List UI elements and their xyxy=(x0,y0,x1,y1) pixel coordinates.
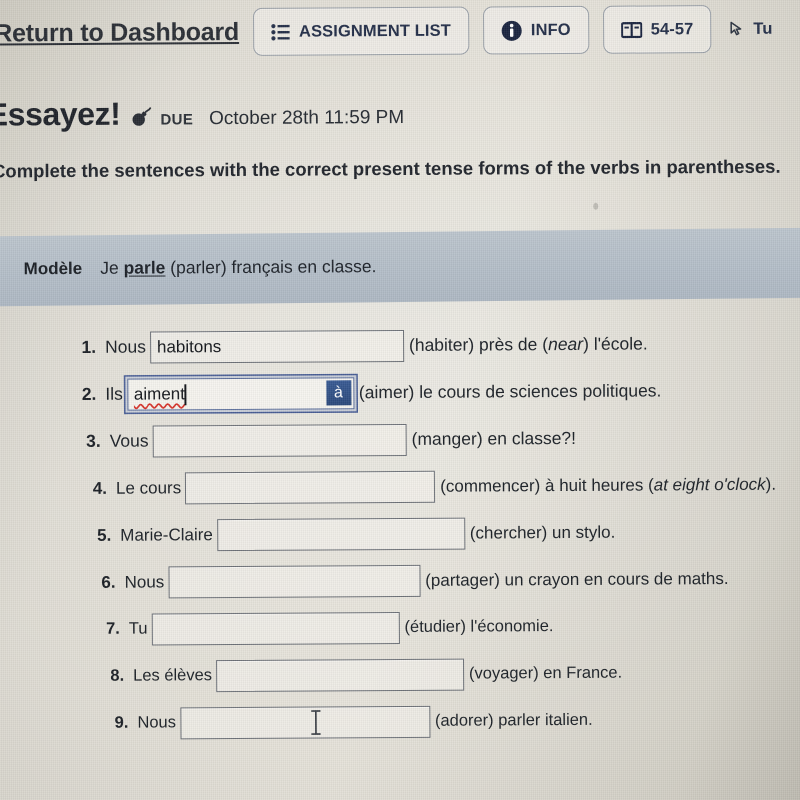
exercise-row: 7. Tu (étudier) l'économie. xyxy=(4,602,800,654)
exercise-subject: Le cours xyxy=(115,477,182,498)
pages-label: 54-57 xyxy=(650,19,694,38)
due-date: October 28th 11:59 PM xyxy=(209,106,405,130)
answer-input-9[interactable] xyxy=(179,705,431,740)
exercise-prompt: (habiter) près de (near) l'école. xyxy=(408,333,648,355)
bomb-icon xyxy=(129,107,151,127)
return-to-dashboard-link[interactable]: Return to Dashboard xyxy=(0,17,239,47)
answer-input-8[interactable] xyxy=(215,658,465,692)
modele-after: (parler) français en classe. xyxy=(165,256,377,278)
pages-button[interactable]: 54-57 xyxy=(602,5,712,54)
exercise-row: 3. Vous (manger) en classe?! xyxy=(3,414,800,466)
answer-input-5[interactable] xyxy=(216,517,465,551)
exercise-list: 1. Nous habitons (habiter) près de (near) … xyxy=(2,320,800,748)
exercise-subject: Ils xyxy=(105,383,123,404)
exercise-row: 5. Marie-Claire (chercher) un stylo. xyxy=(3,508,800,560)
info-circle-icon xyxy=(501,20,522,41)
answer-input-2[interactable]: aiment à xyxy=(126,376,354,411)
exercise-row: 6. Nous (partager) un crayon en cours de … xyxy=(3,555,800,607)
exercise-subject: Nous xyxy=(105,336,147,357)
modele-answer: parle xyxy=(123,257,166,278)
assignment-header: Essayez! DUE October 28th 11:59 PM xyxy=(0,94,404,134)
ibeam-cursor xyxy=(309,709,322,740)
instructions-text: Complete the sentences with the correct … xyxy=(0,155,781,182)
exercise-row: 4. Le cours (commencer) à huit heures (at… xyxy=(3,461,800,513)
exercise-subject: Marie-Claire xyxy=(120,524,213,545)
exercise-prompt: (étudier) l'économie. xyxy=(404,617,554,636)
exercise-row: 9. Nous (adorer) parler italien. xyxy=(4,696,800,748)
exercise-subject: Tu xyxy=(128,619,148,638)
exercise-subject: Nous xyxy=(137,713,176,732)
answer-input-value: habitons xyxy=(156,336,222,356)
exercise-prompt: (chercher) un stylo. xyxy=(469,522,616,543)
book-icon xyxy=(620,21,642,38)
exercise-subject: Les élèves xyxy=(133,666,213,685)
modele-example: Je parle (parler) français en classe. xyxy=(100,256,376,279)
exercise-number: 2. xyxy=(81,383,97,404)
tutorial-label: Tu xyxy=(753,19,773,38)
translation-hint: at eight o'clock xyxy=(653,474,766,494)
exercise-subject: Nous xyxy=(124,571,165,592)
due-label: DUE xyxy=(160,111,194,129)
translation-hint: near xyxy=(547,333,584,355)
list-icon xyxy=(271,23,290,40)
exercise-row: 8. Les élèves (voyager) en France. xyxy=(4,649,800,701)
modele-label: Modèle xyxy=(23,258,83,279)
exercise-number: 1. xyxy=(81,336,97,357)
answer-input-4[interactable] xyxy=(185,470,436,504)
answer-input-value: aiment xyxy=(133,383,185,404)
answer-input-7[interactable] xyxy=(151,611,400,646)
cursor-arrow-icon xyxy=(729,21,744,37)
exercise-number: 4. xyxy=(92,478,108,498)
exercise-number: 5. xyxy=(97,525,112,545)
tutorial-button[interactable]: Tu xyxy=(725,6,789,52)
modele-row: Modèle Je parle (parler) français en cla… xyxy=(24,256,377,279)
exercise-number: 3. xyxy=(86,430,101,451)
exercise-row: 1. Nous habitons (habiter) près de (near) … xyxy=(2,320,800,372)
answer-input-1[interactable]: habitons xyxy=(149,329,405,364)
exercise-prompt: (manger) en classe?! xyxy=(411,427,577,449)
exercise-prompt: (commencer) à huit heures (at eight o'cl… xyxy=(440,474,777,496)
assignment-list-label: ASSIGNMENT LIST xyxy=(298,21,451,41)
exercise-number: 8. xyxy=(110,666,125,685)
exercise-number: 7. xyxy=(106,619,120,638)
exercise-prompt: (partager) un crayon en cours de maths. xyxy=(425,568,729,590)
assignment-list-button[interactable]: ASSIGNMENT LIST xyxy=(252,6,470,56)
exercise-number: 9. xyxy=(114,713,129,732)
answer-input-6[interactable] xyxy=(168,564,421,598)
exercise-row: 2. Ils aiment à (aimer) le cours de science… xyxy=(2,367,800,419)
top-toolbar: Return to Dashboard ASSIGNMENT LIST INFO… xyxy=(0,0,800,64)
assignment-screen: Return to Dashboard ASSIGNMENT LIST INFO… xyxy=(0,0,800,800)
exercise-prompt: (aimer) le cours de sciences politiques. xyxy=(358,380,662,403)
info-label: INFO xyxy=(530,20,571,39)
answer-input-3[interactable] xyxy=(152,423,407,458)
accent-char-button[interactable]: à xyxy=(325,379,351,405)
modele-before: Je xyxy=(100,257,124,278)
exercise-prompt: (adorer) parler italien. xyxy=(434,710,593,730)
page-title: Essayez! xyxy=(0,95,121,133)
text-caret xyxy=(184,383,187,405)
exercise-number: 6. xyxy=(101,572,116,592)
info-button[interactable]: INFO xyxy=(482,5,589,55)
exercise-subject: Vous xyxy=(109,430,149,451)
screen-speck xyxy=(593,202,599,210)
exercise-prompt: (voyager) en France. xyxy=(468,663,623,683)
